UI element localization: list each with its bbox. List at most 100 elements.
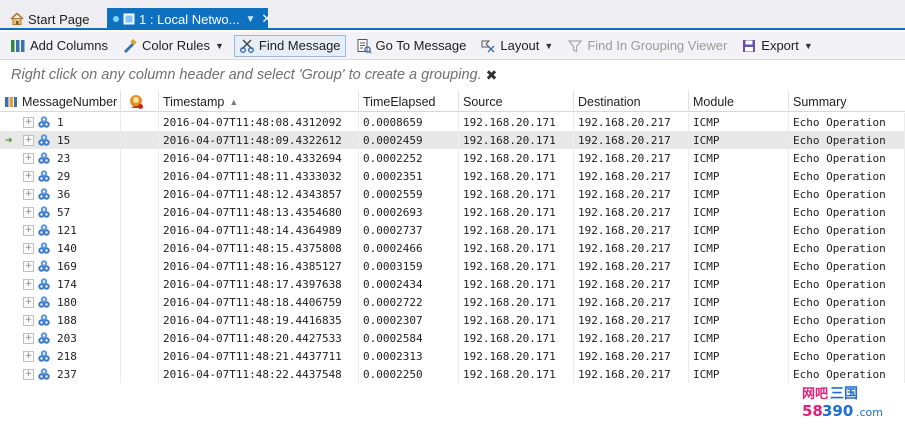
cell-summary: Echo Operation: [789, 167, 905, 185]
cell-time-elapsed: 0.0002252: [359, 149, 459, 167]
table-row[interactable]: +180 2016-04-07T11:48:18.4406759 0.0002722…: [0, 293, 905, 311]
expand-icon[interactable]: +: [23, 296, 34, 308]
table-row[interactable]: +188 2016-04-07T11:48:19.4416835 0.0002307…: [0, 311, 905, 329]
layout-button[interactable]: Layout ▼: [476, 35, 557, 57]
expand-icon[interactable]: +: [23, 350, 34, 362]
pin-icon[interactable]: ▼: [245, 14, 255, 25]
go-to-message-label: Go To Message: [375, 38, 467, 53]
table-row[interactable]: +36 2016-04-07T11:48:12.4343857 0.0002559 1…: [0, 185, 905, 203]
column-header-label: TimeElapsed: [363, 94, 436, 109]
column-header-module[interactable]: Module: [689, 91, 789, 112]
message-icon: [37, 331, 57, 345]
cell-source: 192.168.20.171: [459, 203, 574, 221]
message-icon: [37, 115, 57, 129]
expand-icon[interactable]: +: [23, 278, 34, 290]
cell-destination: 192.168.20.217: [574, 113, 689, 131]
table-row[interactable]: +29 2016-04-07T11:48:11.4333032 0.0002351 1…: [0, 167, 905, 185]
table-row[interactable]: +218 2016-04-07T11:48:21.4437711 0.0002313…: [0, 347, 905, 365]
chevron-down-icon: ▼: [544, 40, 554, 51]
message-icon: [37, 241, 57, 255]
document-tab-strip: Start Page 1 : Local Netwo... ▼ ✕: [0, 0, 905, 30]
expand-icon[interactable]: +: [23, 206, 34, 218]
export-button[interactable]: Export ▼: [737, 35, 817, 57]
message-number: 121: [57, 223, 77, 237]
table-row[interactable]: +237 2016-04-07T11:48:22.4437548 0.0002250…: [0, 365, 905, 383]
column-header-label: Summary: [793, 94, 847, 109]
column-header-message-number[interactable]: MessageNumber: [0, 91, 121, 112]
cell-time-elapsed: 0.0002307: [359, 311, 459, 329]
find-in-grouping-viewer-button[interactable]: Find In Grouping Viewer: [563, 35, 731, 57]
expand-icon[interactable]: +: [23, 152, 34, 164]
close-icon[interactable]: ✕: [261, 11, 272, 27]
cell-destination: 192.168.20.217: [574, 365, 689, 383]
expand-icon[interactable]: +: [23, 368, 34, 380]
column-header-timestamp[interactable]: Timestamp ▲: [159, 91, 359, 112]
column-header-summary[interactable]: Summary: [789, 91, 905, 112]
message-icon: [37, 277, 57, 291]
message-number: 203: [57, 331, 77, 345]
column-header-destination[interactable]: Destination: [574, 91, 689, 112]
message-icon: [37, 133, 57, 147]
cell-message-number: +29: [19, 167, 121, 185]
expand-icon[interactable]: +: [23, 314, 34, 326]
table-row[interactable]: +23 2016-04-07T11:48:10.4332694 0.0002252 1…: [0, 149, 905, 167]
expand-icon[interactable]: +: [23, 332, 34, 344]
column-header-source[interactable]: Source: [459, 91, 574, 112]
expand-icon[interactable]: +: [23, 170, 34, 182]
expand-icon[interactable]: +: [23, 116, 34, 128]
cell-summary: Echo Operation: [789, 203, 905, 221]
table-row[interactable]: +1 2016-04-07T11:48:08.4312092 0.0008659 19…: [0, 113, 905, 131]
find-message-label: Find Message: [258, 38, 341, 53]
column-header-time-elapsed[interactable]: TimeElapsed: [359, 91, 459, 112]
find-message-button[interactable]: Find Message: [233, 34, 346, 57]
message-number: 29: [57, 169, 71, 183]
cell-time-elapsed: 0.0002722: [359, 293, 459, 311]
cell-source: 192.168.20.171: [459, 365, 574, 383]
cell-message-number: +174: [19, 275, 121, 293]
expand-icon[interactable]: +: [23, 224, 34, 236]
cell-diagnosis: [121, 239, 159, 257]
cell-summary: Echo Operation: [789, 311, 905, 329]
message-number: 23: [57, 151, 71, 165]
table-row[interactable]: +140 2016-04-07T11:48:15.4375808 0.0002466…: [0, 239, 905, 257]
expand-icon[interactable]: +: [23, 260, 34, 272]
add-columns-button[interactable]: Add Columns: [6, 35, 112, 57]
message-number: 57: [57, 205, 71, 219]
cell-summary: Echo Operation: [789, 293, 905, 311]
table-row[interactable]: +121 2016-04-07T11:48:14.4364989 0.0002737…: [0, 221, 905, 239]
layout-label: Layout: [500, 38, 540, 53]
message-icon: [37, 295, 57, 309]
cell-destination: 192.168.20.217: [574, 185, 689, 203]
cell-message-number: +237: [19, 365, 121, 383]
message-number: 188: [57, 313, 77, 327]
tab-start-page[interactable]: Start Page: [4, 8, 104, 30]
cell-message-number: +203: [19, 329, 121, 347]
cell-destination: 192.168.20.217: [574, 203, 689, 221]
cell-summary: Echo Operation: [789, 365, 905, 383]
tab-local-network[interactable]: 1 : Local Netwo... ▼ ✕: [107, 8, 272, 30]
message-icon: [37, 169, 57, 183]
cell-message-number: +15: [19, 131, 121, 149]
expand-icon[interactable]: +: [23, 242, 34, 254]
message-number: 140: [57, 241, 77, 255]
expand-icon[interactable]: +: [23, 134, 34, 146]
expand-icon[interactable]: +: [23, 188, 34, 200]
table-row[interactable]: +169 2016-04-07T11:48:16.4385127 0.0003159…: [0, 257, 905, 275]
table-row[interactable]: +57 2016-04-07T11:48:13.4354680 0.0002693 1…: [0, 203, 905, 221]
cell-source: 192.168.20.171: [459, 185, 574, 203]
close-icon[interactable]: ✖: [486, 67, 498, 84]
go-to-message-button[interactable]: Go To Message: [352, 35, 471, 57]
table-row[interactable]: ➔ +15 2016-04-07T11:48:09.4322612 0.0002459…: [0, 131, 905, 149]
column-header-diagnosis[interactable]: [121, 91, 159, 112]
cell-timestamp: 2016-04-07T11:48:21.4437711: [159, 347, 359, 365]
watermark-logo: 网吧 三国 58 390 .com: [802, 386, 883, 420]
cell-time-elapsed: 0.0003159: [359, 257, 459, 275]
cell-summary: Echo Operation: [789, 221, 905, 239]
cell-timestamp: 2016-04-07T11:48:11.4333032: [159, 167, 359, 185]
column-header-label: Module: [693, 94, 734, 109]
svg-text:.com: .com: [856, 406, 883, 419]
color-rules-button[interactable]: Color Rules ▼: [118, 35, 228, 57]
network-capture-icon: [123, 12, 135, 26]
table-row[interactable]: +203 2016-04-07T11:48:20.4427533 0.0002584…: [0, 329, 905, 347]
table-row[interactable]: +174 2016-04-07T11:48:17.4397638 0.0002434…: [0, 275, 905, 293]
